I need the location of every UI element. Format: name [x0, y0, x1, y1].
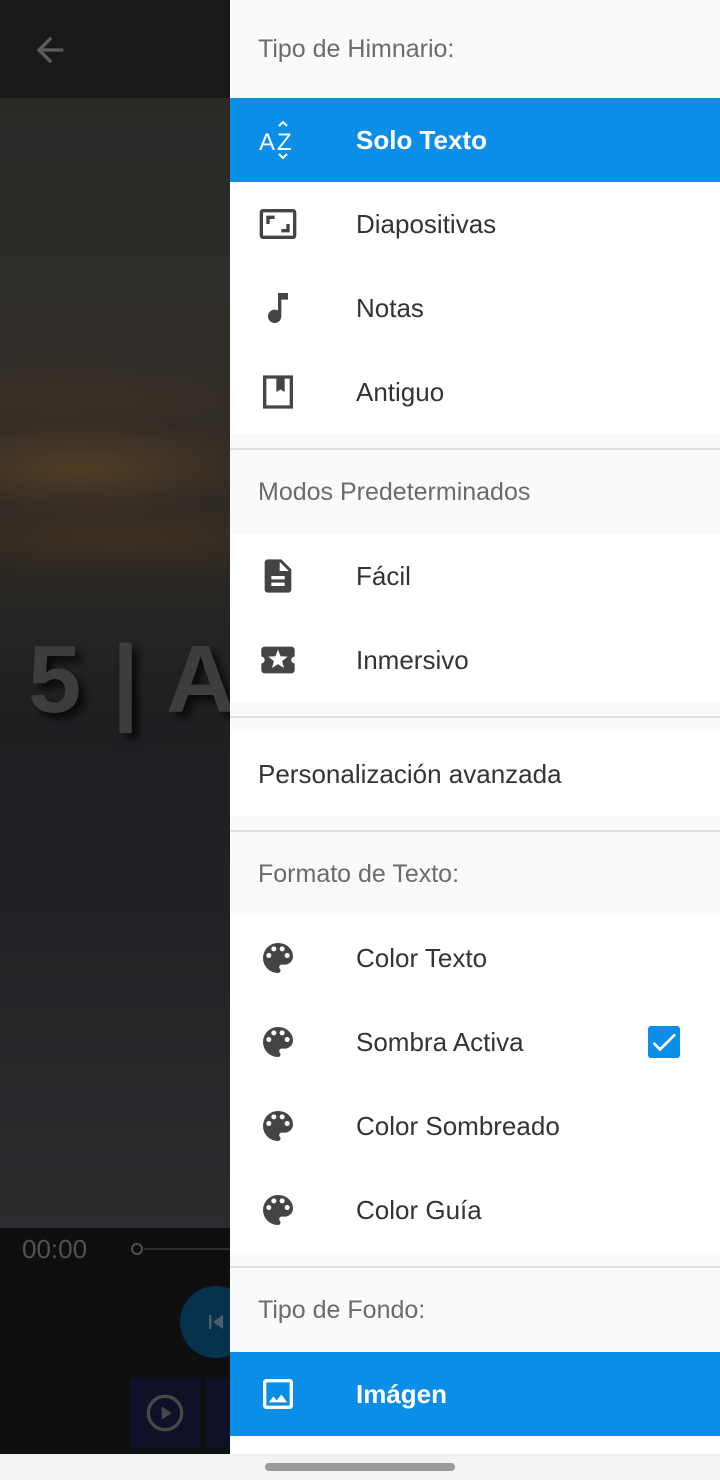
menu-item-antiguo[interactable]: Antiguo: [230, 350, 720, 434]
menu-item-color-texto[interactable]: Color Texto: [230, 916, 720, 1000]
menu-item-notas[interactable]: Notas: [230, 266, 720, 350]
palette-icon: [258, 1106, 298, 1146]
section-header-formato-texto: Formato de Texto:: [230, 832, 720, 916]
menu-item-label: Sombra Activa: [356, 1026, 524, 1057]
menu-item-label: Notas: [356, 292, 424, 323]
image-icon: [258, 1374, 298, 1414]
menu-item-personalizacion-avanzada[interactable]: Personalización avanzada: [230, 732, 720, 816]
settings-drawer: Tipo de Himnario: A Z Solo Texto Diaposi…: [230, 0, 720, 1454]
menu-item-color-guia[interactable]: Color Guía: [230, 1168, 720, 1252]
menu-item-sombra-activa[interactable]: Sombra Activa: [230, 1000, 720, 1084]
checkmark-icon: [652, 1033, 676, 1052]
menu-item-label: Fácil: [356, 560, 411, 591]
sombra-activa-checkbox[interactable]: [648, 1026, 680, 1058]
star-ticket-icon: [258, 640, 298, 680]
book-icon: [258, 372, 298, 412]
slides-icon: [258, 204, 298, 244]
menu-item-label: Color Texto: [356, 942, 488, 973]
palette-icon: [258, 1022, 298, 1062]
home-gesture-handle[interactable]: [265, 1463, 455, 1471]
menu-item-label: Color Guía: [356, 1194, 482, 1225]
system-navigation-bar: [0, 1454, 720, 1480]
menu-item-label: Imágen: [356, 1378, 448, 1409]
menu-item-solo-texto[interactable]: A Z Solo Texto: [230, 98, 720, 182]
menu-item-label: Personalización avanzada: [258, 758, 562, 789]
menu-item-label: Color Sombreado: [356, 1110, 560, 1141]
palette-icon: [258, 1190, 298, 1230]
menu-item-label: Antiguo: [356, 376, 445, 407]
palette-icon: [258, 938, 298, 978]
menu-item-diapositivas[interactable]: Diapositivas: [230, 182, 720, 266]
music-note-icon: [258, 288, 298, 328]
menu-item-label: Inmersivo: [356, 644, 469, 675]
sort-az-icon: A Z: [258, 120, 298, 160]
menu-item-inmersivo[interactable]: Inmersivo: [230, 618, 720, 702]
menu-item-imagen[interactable]: Imágen: [230, 1352, 720, 1436]
menu-item-color-sombreado[interactable]: Color Sombreado: [230, 1084, 720, 1168]
menu-item-facil[interactable]: Fácil: [230, 534, 720, 618]
svg-text:A: A: [259, 129, 275, 156]
section-header-modos-predeterminados: Modos Predeterminados: [230, 450, 720, 534]
menu-item-label: Diapositivas: [356, 208, 497, 239]
section-header-tipo-fondo: Tipo de Fondo:: [230, 1268, 720, 1352]
menu-item-label: Solo Texto: [356, 124, 487, 155]
svg-text:Z: Z: [277, 129, 292, 156]
section-header-tipo-himnario: Tipo de Himnario:: [230, 0, 720, 98]
document-icon: [258, 556, 298, 596]
